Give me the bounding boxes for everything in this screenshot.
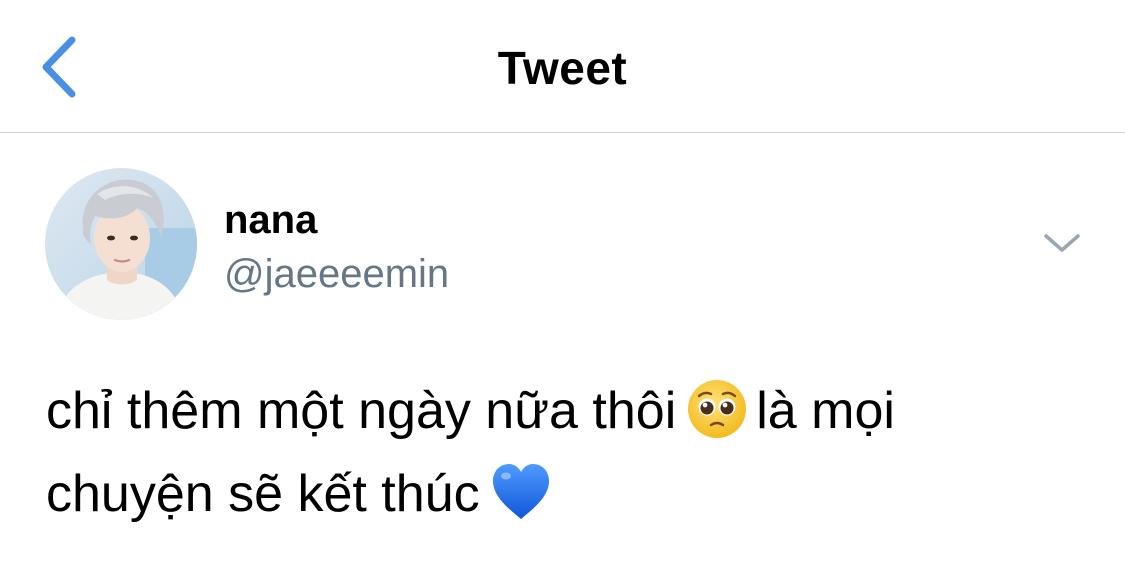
tweet-text-line-1: chỉ thêm một ngày nữa thôi là mọi <box>46 370 1086 453</box>
tweet-detail-screen: Tweet nana @jaeeeemin chỉ thêm một ngày … <box>0 0 1125 573</box>
author-display-name[interactable]: nana <box>224 196 317 244</box>
page-title: Tweet <box>497 42 628 94</box>
tweet-text-segment: là mọi <box>756 382 895 440</box>
blue-heart-emoji-icon <box>490 461 552 523</box>
tweet-options-button[interactable] <box>1040 226 1084 262</box>
tweet-text-line-2: chuyện sẽ kết thúc <box>46 453 1086 536</box>
tweet-text: chỉ thêm một ngày nữa thôi là mọi chuyện… <box>46 370 1086 536</box>
tweet-text-segment: chuyện sẽ kết thúc <box>46 465 480 523</box>
avatar[interactable] <box>45 168 197 320</box>
author-handle[interactable]: @jaeeeemin <box>224 250 449 298</box>
nav-bar: Tweet <box>0 0 1125 133</box>
tweet-text-segment: chỉ thêm một ngày nữa thôi <box>46 382 677 440</box>
pleading-face-emoji-icon <box>686 378 748 440</box>
chevron-down-icon <box>1040 226 1084 262</box>
